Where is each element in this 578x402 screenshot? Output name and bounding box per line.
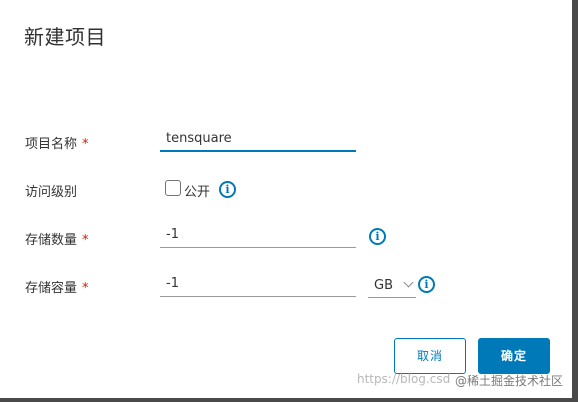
public-checkbox[interactable] <box>165 180 181 196</box>
storage-count-label: 存储数量 * <box>25 229 89 248</box>
info-icon[interactable]: i <box>418 276 435 293</box>
info-icon[interactable]: i <box>219 181 236 198</box>
ok-button[interactable]: 确定 <box>478 338 550 374</box>
info-icon[interactable]: i <box>369 228 386 245</box>
storage-size-label-text: 存储容量 <box>25 281 78 296</box>
watermark-url: https://blog.csd <box>357 372 451 386</box>
public-checkbox-label[interactable]: 公开 <box>184 181 210 200</box>
project-name-label-text: 项目名称 <box>25 137 78 152</box>
watermark-credit: @稀土掘金技术社区 <box>455 374 564 388</box>
required-mark: * <box>82 137 89 152</box>
required-mark: * <box>82 233 89 248</box>
storage-count-input[interactable]: -1 <box>160 224 356 248</box>
project-name-label: 项目名称 * <box>25 133 89 152</box>
window-edge-bottom <box>0 398 578 402</box>
cancel-button[interactable]: 取消 <box>394 338 466 374</box>
storage-count-label-text: 存储数量 <box>25 233 78 248</box>
storage-size-input[interactable]: -1 <box>160 273 356 297</box>
storage-unit-select[interactable]: GB <box>368 276 416 298</box>
access-level-label: 访问级别 <box>25 185 78 200</box>
required-mark: * <box>82 281 89 296</box>
storage-unit-value: GB <box>374 278 393 293</box>
new-project-dialog: 新建项目 项目名称 * tensquare 访问级别 公开 i 存储数量 * -1 … <box>0 0 572 398</box>
chevron-down-icon <box>403 277 414 288</box>
project-name-input[interactable]: tensquare <box>160 128 356 152</box>
dialog-title: 新建项目 <box>24 25 106 49</box>
window-edge-right <box>572 0 578 402</box>
storage-size-label: 存储容量 * <box>25 277 89 296</box>
